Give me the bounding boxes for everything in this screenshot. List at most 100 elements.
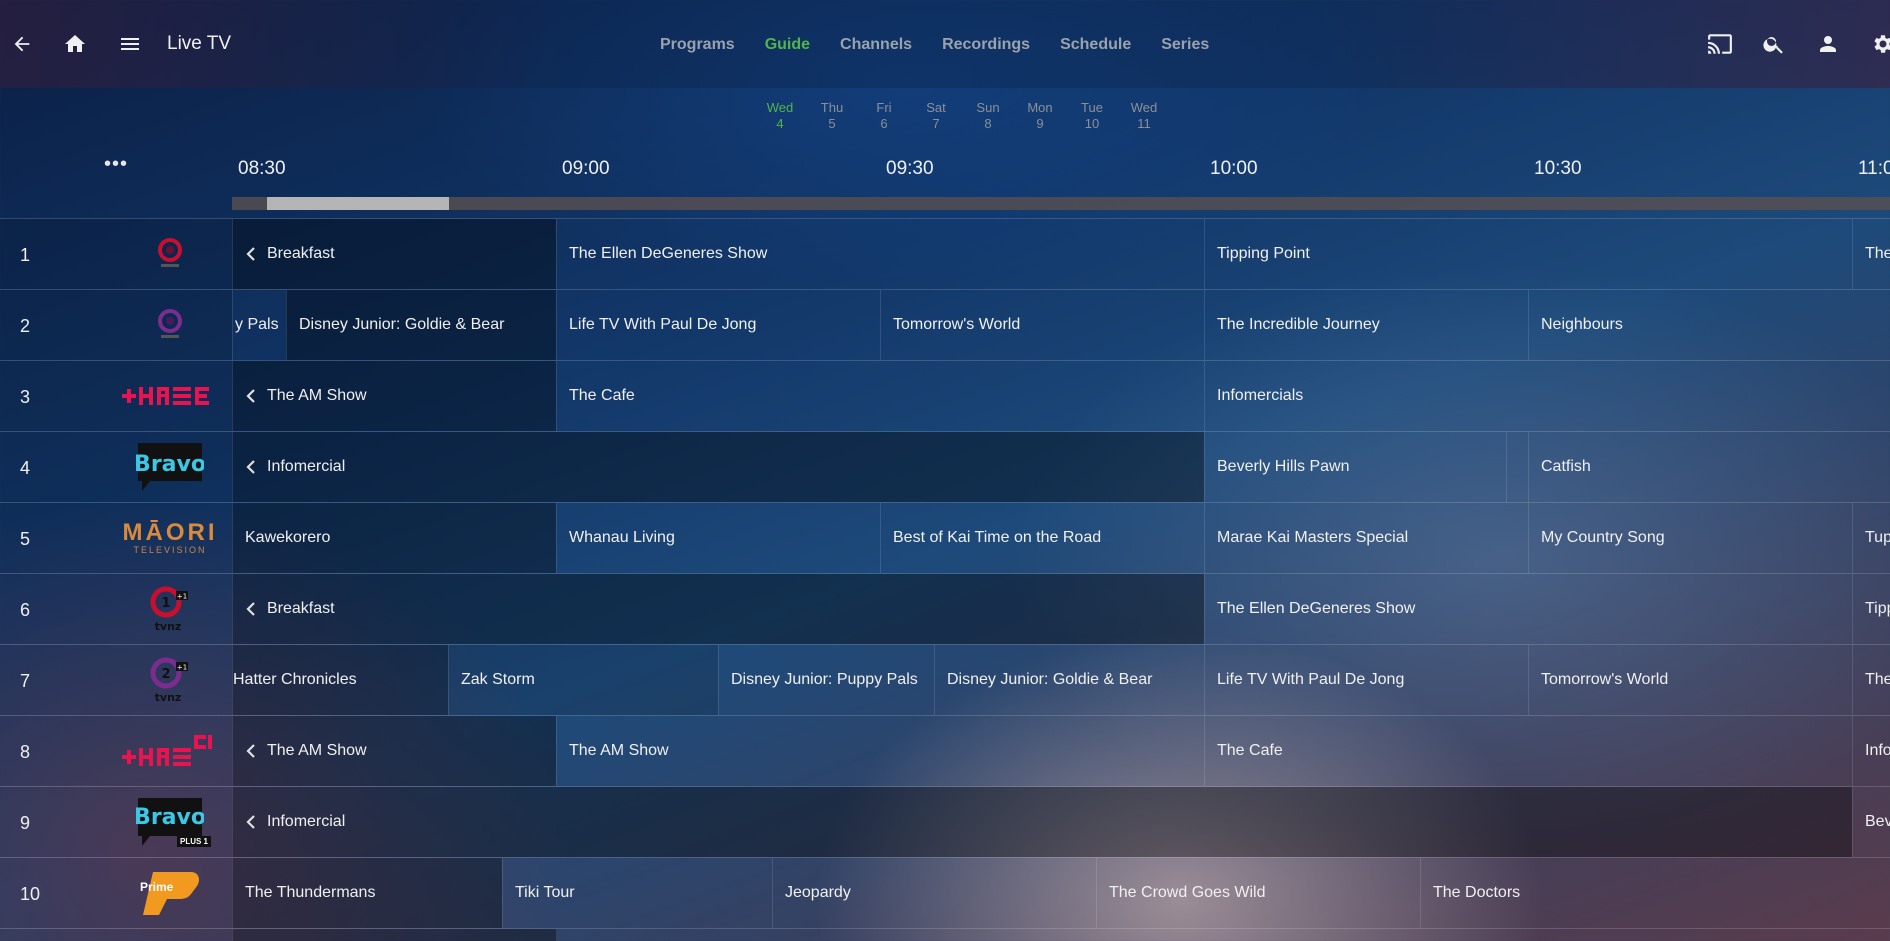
channel-cell[interactable]: 5 MĀORI TELEVISION [0, 503, 232, 573]
channel-cell[interactable]: 3 [0, 361, 232, 431]
tvnz-2-plus1-logo-icon: 2 +1 tvnz [110, 650, 230, 710]
program-title: Tipping Point [1217, 245, 1310, 262]
menu-icon[interactable] [110, 24, 150, 64]
program-cell[interactable]: Tomorrow's World [1528, 645, 1852, 715]
day-name: Mon [1027, 100, 1053, 115]
program-title: Info [1865, 742, 1890, 759]
program-cell[interactable]: Best of Kai Time on the Road [880, 503, 1204, 573]
day-wed-4[interactable]: Wed 4 [754, 100, 806, 132]
timeline-scrollbar[interactable] [232, 197, 1890, 210]
program-cell[interactable]: Neighbours [1528, 290, 1890, 360]
day-sun-8[interactable]: Sun 8 [962, 100, 1014, 132]
channel-row: 8 The AM Show The AM Show The Cafe Info [0, 715, 1890, 786]
day-name: Sun [976, 100, 1000, 115]
program-cell[interactable]: Kawekorero [232, 503, 556, 573]
program-cell[interactable]: The Cafe [1204, 716, 1852, 786]
program-cell[interactable]: Catfish [1528, 432, 1890, 502]
day-name: Thu [820, 100, 844, 115]
channel-cell[interactable]: 10 Prime [0, 858, 232, 928]
home-icon[interactable] [55, 24, 95, 64]
settings-gear-icon[interactable] [1862, 24, 1890, 64]
program-cell[interactable]: Infomercial [232, 787, 1852, 857]
program-cell[interactable]: Life TV With Paul De Jong [1204, 645, 1528, 715]
channel-cell[interactable]: 2 [0, 290, 232, 360]
channel-cell[interactable]: 7 2 +1 tvnz [0, 645, 232, 715]
program-cell[interactable]: The Thundermans [232, 858, 502, 928]
back-arrow-icon[interactable] [2, 24, 42, 64]
tvnz-2-logo-icon [110, 295, 230, 355]
channel-cell[interactable]: 8 [0, 716, 232, 786]
day-fri-6[interactable]: Fri 6 [858, 100, 910, 132]
program-cell[interactable]: Tipp [1852, 574, 1890, 644]
day-name: Fri [876, 100, 892, 115]
program-cell[interactable]: Info [1852, 716, 1890, 786]
program-cell[interactable]: My Country Song [1528, 503, 1852, 573]
tab-guide[interactable]: Guide [765, 36, 810, 54]
program-cell[interactable]: Bev [1852, 787, 1890, 857]
program-cell[interactable]: Tipping Point [1204, 219, 1852, 289]
program-cell[interactable]: The [1852, 645, 1890, 715]
program-cell[interactable]: The AM Show [232, 361, 556, 431]
user-icon[interactable] [1808, 24, 1848, 64]
more-options-button[interactable]: ••• [104, 154, 128, 174]
day-sat-7[interactable]: Sat 7 [910, 100, 962, 132]
tab-channels[interactable]: Channels [840, 36, 912, 54]
program-cell[interactable]: Tomorrow's World [880, 290, 1204, 360]
program-cell[interactable]: The AM Show [232, 716, 556, 786]
program-cell[interactable]: Jeopardy [772, 858, 1096, 928]
channel-cell[interactable]: 4 Bravo [0, 432, 232, 502]
program-cell[interactable]: y Pals [232, 290, 286, 360]
program-cell[interactable]: Beverly Hills Pawn [1204, 432, 1506, 502]
program-title: Life TV With Paul De Jong [1217, 671, 1405, 688]
program-cell[interactable]: Breakfast [232, 219, 556, 289]
program-title: Infomercial [267, 458, 346, 475]
program-cell[interactable] [1506, 432, 1528, 502]
day-number: 8 [984, 116, 992, 131]
program-title: Kawekorero [245, 529, 331, 546]
program-cell[interactable]: Life TV With Paul De Jong [556, 290, 880, 360]
program-cell[interactable]: The Doctors [1420, 858, 1890, 928]
program-cell[interactable]: The Cafe [556, 361, 1204, 431]
program-cell[interactable]: Disney Junior: Puppy Pals [718, 645, 934, 715]
logo-text: Prime [140, 880, 174, 894]
program-cell[interactable]: The Ellen DeGeneres Show [1204, 574, 1852, 644]
program-cell[interactable]: The Crowd Goes Wild [1096, 858, 1420, 928]
channel-cell[interactable]: 9 Bravo PLUS 1 [0, 787, 232, 857]
program-cell[interactable] [232, 929, 556, 941]
search-icon[interactable] [1754, 24, 1794, 64]
program-cell[interactable]: Marae Kai Masters Special [1204, 503, 1528, 573]
program-cell[interactable]: Hatter Chronicles [232, 645, 448, 715]
tab-programs[interactable]: Programs [660, 36, 735, 54]
program-cell[interactable]: The Incredible Journey [1204, 290, 1528, 360]
timeline-scrollbar-thumb[interactable] [267, 197, 449, 210]
tab-series[interactable]: Series [1161, 36, 1209, 54]
tvnz-1-logo-icon [110, 224, 230, 284]
tab-recordings[interactable]: Recordings [942, 36, 1030, 54]
program-cell[interactable]: Whanau Living [556, 503, 880, 573]
day-tue-10[interactable]: Tue 10 [1066, 100, 1118, 132]
channel-cell[interactable]: 1 [0, 219, 232, 289]
day-mon-9[interactable]: Mon 9 [1014, 100, 1066, 132]
program-cell[interactable]: The [1852, 219, 1890, 289]
program-cell[interactable]: Tiki Tour [502, 858, 772, 928]
channel-cell[interactable]: 6 1 +1 tvnz [0, 574, 232, 644]
program-cell[interactable]: Disney Junior: Goldie & Bear [286, 290, 556, 360]
program-cell[interactable]: Zak Storm [448, 645, 718, 715]
program-cell[interactable]: Breakfast [232, 574, 1204, 644]
program-cell[interactable]: Tup [1852, 503, 1890, 573]
day-wed-11[interactable]: Wed 11 [1118, 100, 1170, 132]
program-title: Tup [1865, 529, 1890, 546]
chevron-left-icon [245, 601, 257, 617]
three-logo-icon [110, 366, 230, 426]
program-cell[interactable]: The Ellen DeGeneres Show [556, 219, 1204, 289]
time-label: 08:30 [238, 158, 286, 179]
program-cell[interactable]: Disney Junior: Goldie & Bear [934, 645, 1204, 715]
day-thu-5[interactable]: Thu 5 [806, 100, 858, 132]
cast-icon[interactable] [1700, 24, 1740, 64]
channel-cell[interactable] [0, 929, 232, 941]
prime-logo-icon: Prime [110, 863, 230, 923]
program-cell[interactable]: Infomercial [232, 432, 1204, 502]
program-cell[interactable]: The AM Show [556, 716, 1204, 786]
program-cell[interactable]: Infomercials [1204, 361, 1890, 431]
tab-schedule[interactable]: Schedule [1060, 36, 1131, 54]
